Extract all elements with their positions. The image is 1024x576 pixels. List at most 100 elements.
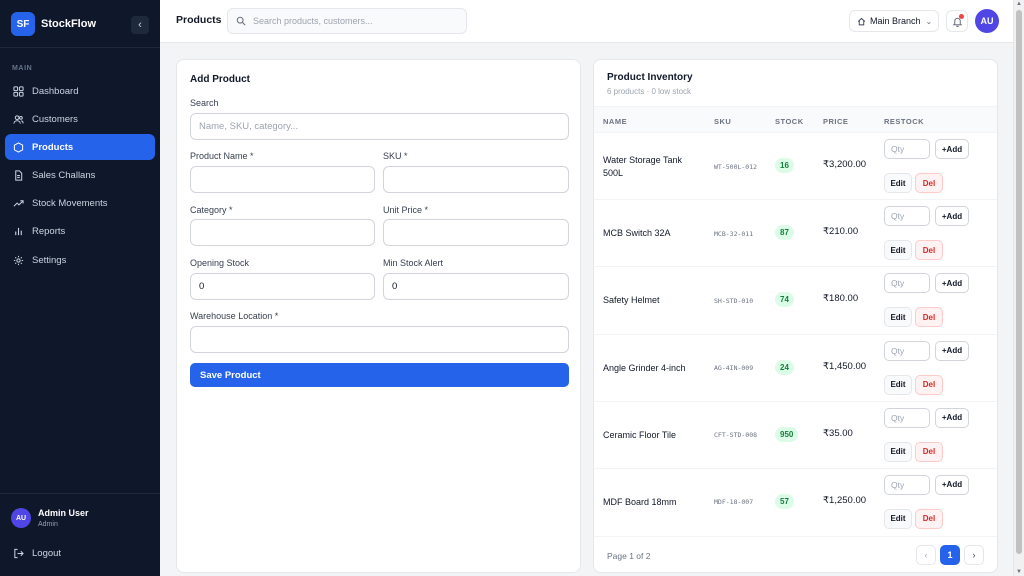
user-role: Admin	[38, 521, 58, 528]
product-name-field[interactable]	[190, 166, 375, 193]
column-header-restock: RESTOCK	[884, 117, 925, 126]
stock-badge: 74	[775, 292, 794, 308]
inventory-subtitle: 6 products · 0 low stock	[607, 87, 692, 96]
product-name: MCB Switch 32A	[603, 228, 671, 239]
table-row: Angle Grinder 4-inch AG-4IN-009 24 ₹1,450.0…	[594, 335, 997, 402]
category-field[interactable]	[190, 219, 375, 246]
product-price: ₹1,450.00	[823, 360, 867, 372]
delete-button[interactable]: Del	[915, 307, 943, 328]
sidebar-item-settings[interactable]: Settings	[5, 247, 155, 273]
logout-button[interactable]: Logout	[13, 548, 61, 559]
opening-stock-label: Opening Stock	[190, 258, 250, 268]
delete-button[interactable]: Del	[915, 173, 943, 193]
unit-price-field[interactable]	[383, 219, 569, 246]
page-1-button[interactable]: 1	[940, 545, 960, 565]
restock-qty-input[interactable]	[884, 340, 930, 361]
product-sku: MDF-18-007	[714, 498, 754, 507]
restock-qty-input[interactable]	[884, 474, 930, 495]
page-scrollbar[interactable]: ▲ ▼	[1013, 0, 1024, 576]
bar-chart-icon	[15, 228, 22, 236]
edit-button[interactable]: Edit	[884, 173, 912, 193]
edit-button[interactable]: Edit	[884, 441, 912, 462]
sidebar-item-label: Customers	[32, 113, 78, 125]
restock-add-button[interactable]: +Add	[935, 206, 969, 227]
sidebar-item-products[interactable]: Products	[5, 134, 155, 161]
add-product-title: Add Product	[190, 74, 250, 85]
product-sku: AG-4IN-009	[714, 364, 754, 373]
user-name: Admin User	[38, 508, 89, 518]
product-price: ₹210.00	[823, 226, 859, 238]
users-icon	[13, 115, 24, 124]
sidebar-item-stock-movements[interactable]: Stock Movements	[5, 191, 155, 217]
restock-qty-input[interactable]	[884, 273, 930, 294]
search-input[interactable]	[253, 16, 453, 26]
user-profile[interactable]: AU Admin User Admin	[11, 508, 89, 528]
edit-button[interactable]: Edit	[884, 508, 912, 529]
product-name: Safety Helmet	[603, 295, 660, 306]
inventory-title: Product Inventory	[607, 72, 693, 83]
column-header-name: NAME	[603, 117, 628, 126]
sidebar-section-label: MAIN	[12, 65, 33, 72]
restock-add-button[interactable]: +Add	[935, 273, 969, 294]
delete-button[interactable]: Del	[915, 508, 943, 529]
restock-add-button[interactable]: +Add	[935, 340, 969, 361]
restock-qty-input[interactable]	[884, 407, 930, 428]
delete-button[interactable]: Del	[915, 374, 943, 395]
inventory-table-body: Water Storage Tank 500L WT-500L-012 16 ₹3,2…	[594, 133, 997, 536]
branch-selector[interactable]: Main Branch ⌄	[849, 10, 939, 32]
collapse-sidebar-button[interactable]: ‹	[131, 16, 149, 34]
sidebar-item-dashboard[interactable]: Dashboard	[5, 78, 155, 104]
product-sku: MCB-32-011	[714, 229, 754, 238]
chevron-down-icon: ⌄	[925, 16, 933, 26]
product-price: ₹180.00	[823, 293, 859, 305]
sidebar-item-reports[interactable]: Reports	[5, 219, 155, 245]
table-row: Ceramic Floor Tile CFT-STD-008 950 ₹35.00 +A…	[594, 402, 997, 469]
edit-button[interactable]: Edit	[884, 307, 912, 328]
min-stock-alert-label: Min Stock Alert	[383, 258, 444, 268]
sidebar-item-sales-challans[interactable]: Sales Challans	[5, 163, 155, 189]
search-icon	[236, 16, 246, 26]
column-header-sku: SKU	[714, 117, 732, 126]
logout-icon	[14, 548, 24, 559]
page-info: Page 1 of 2	[607, 551, 651, 561]
sidebar-divider	[0, 47, 160, 48]
avatar[interactable]: AU	[975, 9, 999, 33]
product-sku: CFT-STD-008	[714, 431, 758, 440]
trend-icon	[13, 200, 24, 207]
min-stock-alert-field[interactable]	[383, 273, 569, 300]
sidebar-item-label: Sales Challans	[32, 170, 96, 182]
warehouse-location-label: Warehouse Location *	[190, 311, 279, 321]
column-header-price: PRICE	[823, 117, 849, 126]
scroll-down-icon[interactable]: ▼	[1016, 569, 1022, 575]
branch-label: Main Branch	[870, 16, 921, 26]
scrollbar-thumb[interactable]	[1016, 10, 1022, 554]
edit-button[interactable]: Edit	[884, 240, 912, 261]
next-page-button[interactable]: ›	[964, 545, 984, 565]
edit-button[interactable]: Edit	[884, 374, 912, 395]
notifications-button[interactable]	[946, 10, 968, 32]
sidebar-item-customers[interactable]: Customers	[5, 106, 155, 132]
prev-page-button[interactable]: ‹	[916, 545, 936, 565]
delete-button[interactable]: Del	[915, 441, 943, 462]
sidebar-item-label: Settings	[32, 254, 67, 266]
product-search-input[interactable]	[190, 113, 569, 140]
save-product-button[interactable]: Save Product	[190, 363, 569, 387]
scroll-up-icon[interactable]: ▲	[1016, 1, 1022, 7]
restock-add-button[interactable]: +Add	[935, 139, 969, 159]
product-sku: SH-STD-010	[714, 296, 754, 305]
add-product-card: Add Product Search Product Name * SKU * …	[176, 59, 581, 573]
chevron-left-icon: ‹	[138, 19, 142, 31]
restock-qty-input[interactable]	[884, 206, 930, 227]
sku-field[interactable]	[383, 166, 569, 193]
delete-button[interactable]: Del	[915, 240, 943, 261]
brand[interactable]: SF StockFlow	[11, 12, 96, 36]
warehouse-location-field[interactable]	[190, 326, 569, 353]
product-name-label: Product Name *	[190, 151, 254, 161]
global-search[interactable]	[227, 8, 467, 34]
restock-qty-input[interactable]	[884, 139, 930, 159]
restock-add-button[interactable]: +Add	[935, 474, 969, 495]
box-icon	[13, 142, 24, 153]
restock-add-button[interactable]: +Add	[935, 407, 969, 428]
opening-stock-field[interactable]	[190, 273, 375, 300]
gear-icon	[13, 255, 24, 265]
